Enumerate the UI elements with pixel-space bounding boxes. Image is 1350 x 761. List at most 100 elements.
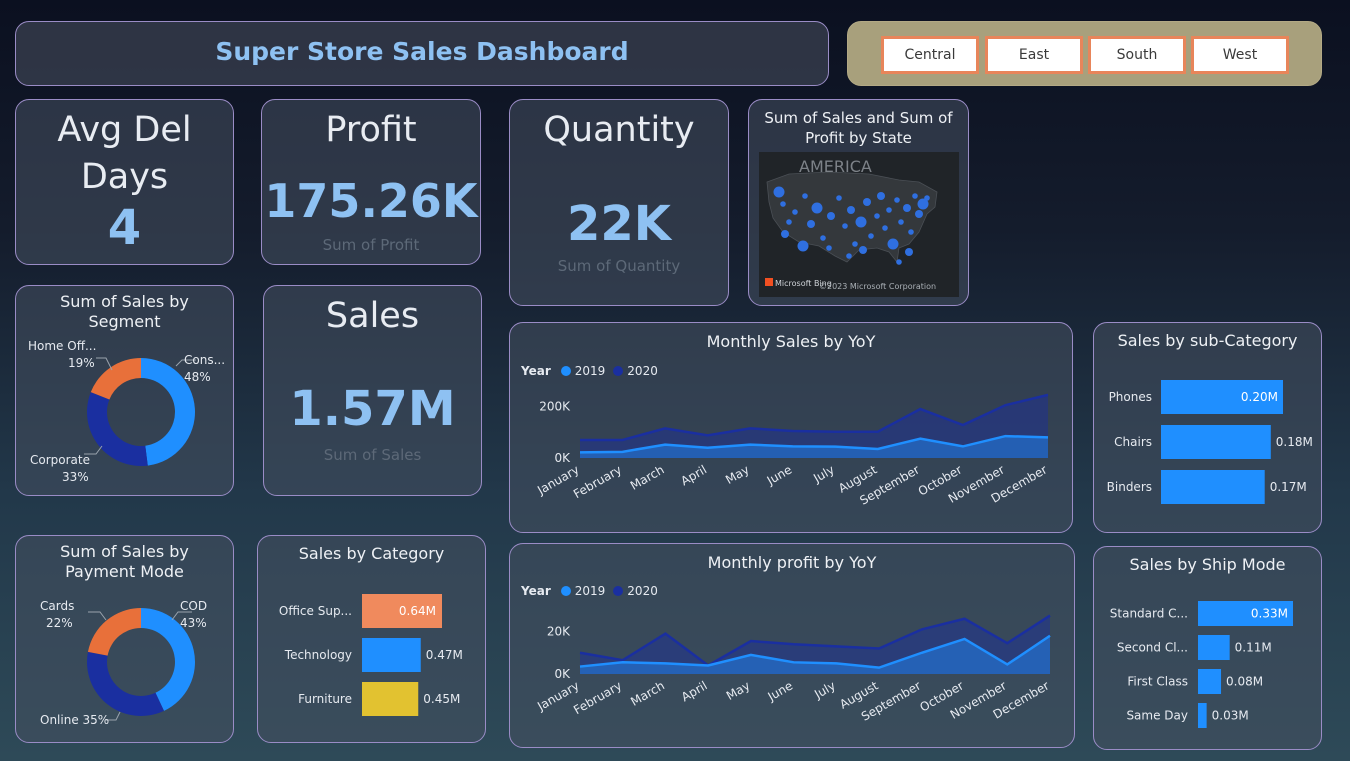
map-canvas[interactable]: AMERICA Microsoft Bing ©2023 Microsoft C… bbox=[759, 152, 959, 297]
shipmode-chart-card[interactable]: Sales by Ship Mode Standard C... 0.33M Sec… bbox=[1093, 546, 1322, 750]
sales-card[interactable]: Sales 1.57M Sum of Sales bbox=[263, 285, 482, 496]
shipmode-bar-same-day[interactable] bbox=[1198, 703, 1207, 728]
subcategory-bar-chart[interactable]: Phones 0.20M Chairs 0.18M Binders 0.17M bbox=[1094, 323, 1322, 533]
category-bar-chart[interactable]: Office Sup... 0.64M Technology 0.47M Furnitu… bbox=[258, 536, 486, 743]
segment-label-consumer: Cons... bbox=[184, 353, 226, 367]
avg-del-days-card[interactable]: Avg Del Days 4 bbox=[15, 99, 234, 265]
x-tick-label: June bbox=[764, 462, 795, 488]
map-state-dot[interactable] bbox=[915, 210, 923, 218]
map-state-dot[interactable] bbox=[820, 235, 826, 241]
y-tick-label: 0K bbox=[554, 451, 571, 465]
map-state-dot[interactable] bbox=[847, 206, 855, 214]
subcategory-label-chairs: Chairs bbox=[1114, 435, 1152, 449]
x-tick-label: May bbox=[723, 462, 751, 487]
map-state-dot[interactable] bbox=[855, 216, 867, 228]
map-state-dot[interactable] bbox=[877, 192, 885, 200]
monthly-profit-area-chart[interactable]: 20K0KJanuaryFebruary March April May June Jul… bbox=[510, 544, 1075, 748]
map-state-dot[interactable] bbox=[842, 223, 848, 229]
category-bar-furniture[interactable] bbox=[362, 682, 419, 716]
map-state-dot[interactable] bbox=[908, 229, 914, 235]
map-state-dot[interactable] bbox=[852, 241, 858, 247]
slicer-central-button[interactable]: Central bbox=[881, 36, 979, 74]
quantity-card[interactable]: Quantity 22K Sum of Quantity bbox=[509, 99, 729, 306]
monthly-profit-card[interactable]: Monthly profit by YoY Year 2019 2020 20K… bbox=[509, 543, 1075, 748]
map-state-dot[interactable] bbox=[846, 253, 852, 259]
shipmode-value-first-class: 0.08M bbox=[1226, 675, 1263, 689]
segment-slice-corporate[interactable] bbox=[87, 392, 148, 466]
map-state-dot[interactable] bbox=[886, 207, 892, 213]
category-chart-card[interactable]: Sales by Category Office Sup... 0.64M Tech… bbox=[257, 535, 486, 743]
y-tick-label: 20K bbox=[547, 625, 571, 639]
state-map-card[interactable]: Sum of Sales and Sum of Profit by State … bbox=[748, 99, 969, 306]
map-state-dot[interactable] bbox=[924, 195, 930, 201]
payment-chart-card[interactable]: Sum of Sales by Payment Mode COD 43% Onl… bbox=[15, 535, 234, 743]
map-state-dot[interactable] bbox=[773, 186, 785, 198]
shipmode-bar-first-class[interactable] bbox=[1198, 669, 1222, 694]
payment-label-cards: Cards bbox=[40, 599, 75, 613]
slicer-east-button[interactable]: East bbox=[985, 36, 1083, 74]
category-value-technology: 0.47M bbox=[426, 648, 463, 662]
segment-chart-card[interactable]: Sum of Sales by Segment Cons... 48% Corp… bbox=[15, 285, 234, 496]
map-state-dot[interactable] bbox=[894, 197, 900, 203]
x-tick-label: April bbox=[679, 678, 710, 704]
map-state-dot[interactable] bbox=[896, 259, 902, 265]
payment-pct-cod: 43% bbox=[180, 616, 207, 630]
map-title: Sum of Sales and Sum of Profit by State bbox=[764, 109, 953, 147]
subcategory-bar-chairs[interactable] bbox=[1161, 425, 1271, 459]
subcategory-value-chairs: 0.18M bbox=[1276, 435, 1313, 449]
payment-label-online: Online 35% bbox=[40, 713, 110, 727]
category-label-furniture: Furniture bbox=[298, 692, 352, 706]
segment-pct-consumer: 48% bbox=[184, 370, 211, 384]
shipmode-bar-chart[interactable]: Standard C... 0.33M Second Cl... 0.11M First… bbox=[1094, 547, 1322, 750]
x-tick-label: March bbox=[628, 462, 667, 492]
profit-card[interactable]: Profit 175.26K Sum of Profit bbox=[261, 99, 481, 265]
avg-del-value: 4 bbox=[107, 200, 142, 256]
subcategory-chart-card[interactable]: Sales by sub-Category Phones 0.20M Chairs 0… bbox=[1093, 322, 1322, 533]
sales-value: 1.57M bbox=[289, 381, 456, 437]
map-state-dot[interactable] bbox=[903, 204, 911, 212]
map-state-dot[interactable] bbox=[836, 195, 842, 201]
map-state-dot[interactable] bbox=[905, 248, 913, 256]
map-state-dot[interactable] bbox=[863, 198, 871, 206]
shipmode-label-second-cl: Second Cl... bbox=[1117, 641, 1188, 655]
map-state-dot[interactable] bbox=[826, 245, 832, 251]
map-state-dot[interactable] bbox=[797, 240, 809, 252]
map-state-dot[interactable] bbox=[792, 209, 798, 215]
segment-slice-home-office[interactable] bbox=[90, 358, 141, 400]
map-state-dot[interactable] bbox=[811, 202, 823, 214]
map-state-dot[interactable] bbox=[786, 219, 792, 225]
x-tick-label: February bbox=[571, 462, 624, 501]
map-state-dot[interactable] bbox=[912, 193, 918, 199]
segment-label-corporate: Corporate bbox=[30, 453, 90, 467]
map-state-dot[interactable] bbox=[887, 238, 899, 250]
monthly-sales-area-chart[interactable]: 200K0KJanuaryFebruary March April May June Ju… bbox=[510, 323, 1073, 533]
map-state-dot[interactable] bbox=[859, 246, 867, 254]
monthly-sales-card[interactable]: Monthly Sales by YoY Year 2019 2020 200K… bbox=[509, 322, 1073, 533]
map-state-dot[interactable] bbox=[781, 230, 789, 238]
payment-donut-chart[interactable] bbox=[16, 536, 234, 743]
subcategory-bar-binders[interactable] bbox=[1161, 470, 1265, 504]
profit-subtitle: Sum of Profit bbox=[322, 236, 420, 254]
payment-label-cod: COD bbox=[180, 599, 208, 613]
map-state-dot[interactable] bbox=[882, 225, 888, 231]
map-state-dot[interactable] bbox=[780, 201, 786, 207]
slicer-west-button[interactable]: West bbox=[1191, 36, 1289, 74]
payment-slice-cards[interactable] bbox=[87, 608, 141, 656]
subcategory-value-binders: 0.17M bbox=[1270, 480, 1307, 494]
payment-leader-line bbox=[88, 611, 107, 621]
x-tick-label: February bbox=[571, 678, 624, 717]
slicer-south-button[interactable]: South bbox=[1088, 36, 1186, 74]
map-state-dot[interactable] bbox=[827, 212, 835, 220]
map-state-dot[interactable] bbox=[868, 233, 874, 239]
map-state-dot[interactable] bbox=[802, 193, 808, 199]
map-state-dot[interactable] bbox=[874, 213, 880, 219]
avg-del-title-line2: Days bbox=[80, 157, 169, 197]
x-tick-label: March bbox=[628, 678, 667, 708]
subcategory-label-phones: Phones bbox=[1109, 390, 1152, 404]
category-bar-technology[interactable] bbox=[362, 638, 421, 672]
avg-del-title-line1: Avg Del bbox=[57, 110, 192, 150]
payment-slice-online[interactable] bbox=[87, 651, 164, 716]
shipmode-bar-second-cl[interactable] bbox=[1198, 635, 1230, 660]
map-state-dot[interactable] bbox=[898, 219, 904, 225]
map-state-dot[interactable] bbox=[807, 220, 815, 228]
